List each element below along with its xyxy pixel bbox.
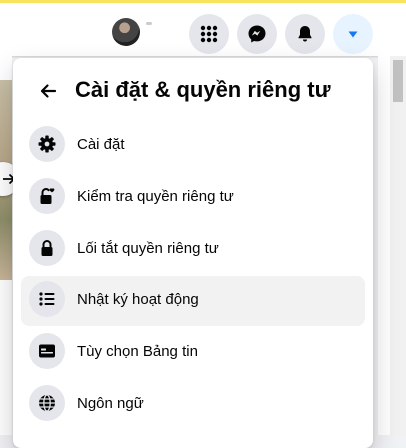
panel-header: Cài đặt & quyền riêng tư (13, 58, 373, 122)
menu-item-language[interactable]: Ngôn ngữ (21, 380, 365, 430)
avatar[interactable] (112, 18, 140, 46)
news-feed-icon (29, 333, 65, 369)
lock-heart-icon (29, 178, 65, 214)
arrow-left-icon (40, 84, 57, 98)
menu-item-privacy-checkup[interactable]: Kiểm tra quyền riêng tư (21, 173, 365, 223)
menu-item-label: Kiểm tra quyền riêng tư (77, 188, 234, 205)
messenger-button[interactable] (237, 14, 277, 54)
menu-item-news-feed-preferences[interactable]: Tùy chọn Bảng tin (21, 328, 365, 378)
avatar-name-placeholder (146, 22, 152, 25)
notifications-bell-icon (298, 26, 312, 42)
menu-item-privacy-shortcuts[interactable]: Lối tắt quyền riêng tư (21, 225, 365, 275)
account-dropdown-button[interactable] (333, 14, 373, 54)
menu-item-label: Lối tắt quyền riêng tư (77, 240, 219, 257)
account-dropdown-icon (348, 31, 358, 38)
back-button[interactable] (30, 73, 66, 109)
notifications-button[interactable] (285, 14, 325, 54)
menu-item-label: Tùy chọn Bảng tin (77, 343, 198, 360)
messenger-icon (248, 25, 266, 43)
scrollbar[interactable] (390, 56, 406, 435)
panel-title: Cài đặt & quyền riêng tư (75, 77, 331, 102)
scrollbar-thumb[interactable] (393, 60, 403, 102)
menu-item-label: Nhật ký hoạt động (77, 291, 199, 308)
menu-item-label: Ngôn ngữ (77, 395, 144, 412)
lock-icon (29, 230, 65, 266)
menu-item-activity-log[interactable]: Nhật ký hoạt động (21, 276, 365, 326)
menu-grid-button[interactable] (189, 14, 229, 54)
menu-item-settings[interactable]: Cài đặt (21, 121, 365, 171)
menu-grid-icon (200, 25, 218, 43)
gear-icon (29, 126, 65, 162)
top-navigation-bar (0, 0, 406, 56)
list-icon (29, 281, 65, 317)
menu-item-label: Cài đặt (77, 136, 125, 153)
settings-privacy-panel: Cài đặt & quyền riêng tư Cài đặt Kiểm tr… (13, 58, 373, 448)
globe-icon (29, 385, 65, 421)
